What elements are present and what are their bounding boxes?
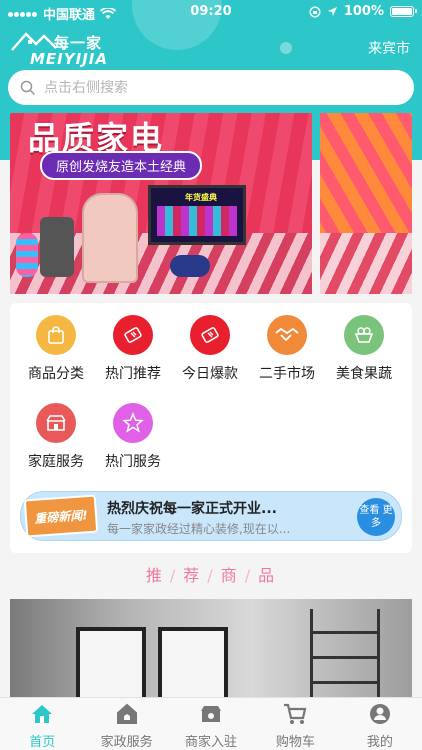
fruit-icon	[344, 315, 384, 355]
tab-house-service[interactable]: 家政服务	[84, 698, 168, 750]
category-label: 商品分类	[28, 366, 84, 382]
section-title-char: 荐	[183, 566, 202, 585]
massage-chair-image	[82, 193, 138, 283]
banner-slide-current[interactable]: 品质家电 原创发烧友造本土经典 年货盛典	[10, 113, 312, 294]
vacuum-image	[170, 255, 210, 277]
city-selector[interactable]: 来宾市	[368, 38, 410, 58]
decorative-bubble	[280, 42, 292, 54]
house-service-icon	[116, 703, 137, 724]
air-purifier-image	[40, 217, 74, 277]
merchant-icon	[201, 706, 222, 722]
category-card: 商品分类 热门推荐 今日爆款 二手市场 美食果蔬 家庭服务 热门服务 重磅新闻!…	[10, 303, 412, 553]
speaker-image	[16, 233, 38, 277]
home-icon	[32, 705, 53, 723]
tab-home[interactable]: 首页	[0, 698, 84, 750]
category-item-today-hot[interactable]: 今日爆款	[172, 315, 248, 387]
category-item-food[interactable]: 美食果蔬	[326, 315, 402, 387]
section-title-char: 推	[145, 566, 164, 585]
news-tag: 重磅新闻!	[23, 494, 99, 538]
cart-icon	[284, 703, 307, 724]
category-item-hot-recommend[interactable]: 热门推荐	[95, 315, 171, 387]
tab-profile[interactable]: 我的	[338, 698, 422, 750]
app-logo: 每一家 MEIYIJIA	[10, 28, 120, 68]
tv-screen-text: 年货盛典	[185, 193, 217, 202]
notice-description: 每一家家政经过精心装修,现在以...	[107, 522, 291, 536]
tab-label: 家政服务	[100, 735, 153, 750]
promo-banner[interactable]: 品质家电 原创发烧友造本土经典 年货盛典	[10, 113, 412, 294]
tab-merchant[interactable]: 商家入驻	[169, 698, 253, 750]
category-item-hot-service[interactable]: 热门服务	[95, 403, 171, 475]
tab-label: 我的	[366, 735, 393, 750]
category-item-home-service[interactable]: 家庭服务	[18, 403, 94, 475]
banner-floor	[320, 233, 412, 294]
notice-title: 热烈庆祝每一家正式开业...	[107, 501, 277, 517]
rotation-lock-icon	[309, 5, 321, 18]
user-icon	[369, 704, 390, 724]
category-label: 热门推荐	[105, 366, 161, 382]
location-icon	[327, 7, 337, 16]
status-bar: 中国联通 09:20 100%	[0, 0, 422, 24]
section-title-recommended: 推 / 荐 / 商 / 品	[145, 566, 277, 585]
battery-percent: 100%	[343, 4, 384, 19]
tab-label: 商家入驻	[185, 735, 238, 750]
section-title-char: 商	[220, 566, 239, 585]
ticket-icon	[113, 315, 153, 355]
category-item-goods[interactable]: 商品分类	[18, 315, 94, 387]
battery-icon	[390, 6, 417, 17]
tab-cart[interactable]: 购物车	[253, 698, 337, 750]
tab-label: 购物车	[275, 735, 315, 750]
view-more-button[interactable]: 查看 更多	[357, 498, 395, 536]
search-input[interactable]	[44, 79, 384, 96]
category-item-second-hand[interactable]: 二手市场	[249, 315, 325, 387]
house-roof-icon	[11, 32, 57, 51]
ticket-icon	[190, 315, 230, 355]
product-image-shelf	[310, 609, 380, 709]
logo-text-en: MEIYIJIA	[30, 50, 108, 68]
category-label: 美食果蔬	[336, 366, 392, 382]
store-icon	[36, 403, 76, 443]
tab-label: 首页	[29, 735, 56, 750]
search-bar[interactable]	[8, 70, 414, 105]
banner-slide-next[interactable]	[320, 113, 412, 294]
star-icon	[113, 403, 153, 443]
category-label: 家庭服务	[28, 454, 84, 470]
shopping-bag-icon	[36, 315, 76, 355]
category-label: 今日爆款	[182, 366, 238, 382]
tv-image: 年货盛典	[148, 185, 246, 245]
banner-subtitle: 原创发烧友造本土经典	[40, 151, 203, 180]
bottom-tab-bar: 首页 家政服务 商家入驻 购物车 我的	[0, 697, 422, 750]
news-notice[interactable]: 重磅新闻! 热烈庆祝每一家正式开业... 每一家家政经过精心装修,现在以... …	[20, 491, 402, 541]
category-label: 二手市场	[259, 366, 315, 382]
search-icon	[20, 80, 36, 95]
handshake-icon	[267, 315, 307, 355]
section-title-char: 品	[258, 566, 277, 585]
category-label: 热门服务	[105, 454, 161, 470]
product-card[interactable]	[10, 599, 412, 709]
